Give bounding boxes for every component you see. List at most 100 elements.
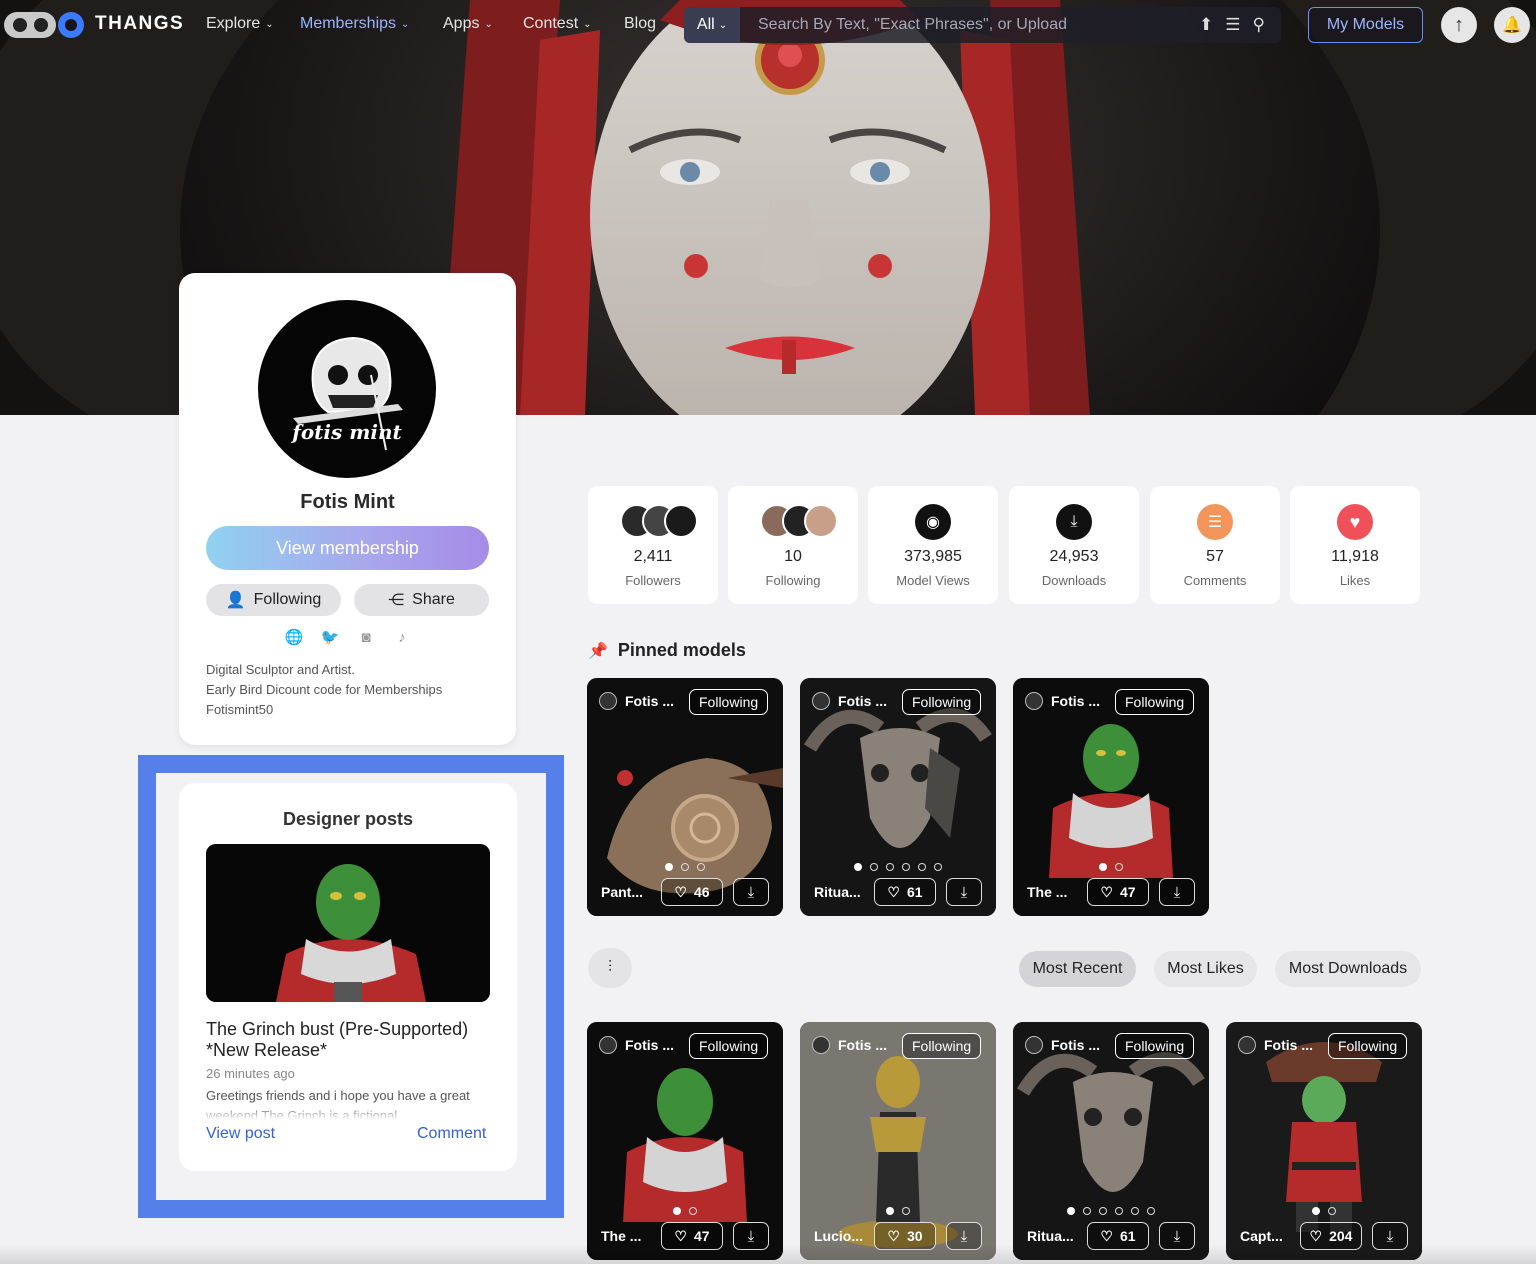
owner-avatar-icon (599, 692, 617, 710)
model-title[interactable]: Ritua... (1027, 1228, 1074, 1244)
search-input[interactable]: Search By Text, "Exact Phrases", or Uplo… (758, 16, 1199, 34)
like-button[interactable]: ♡ 61 (874, 878, 936, 906)
model-card[interactable]: Fotis ... Following The ... ♡ 47 ⤓ (587, 1022, 783, 1260)
nav-blog[interactable]: Blog (624, 15, 656, 33)
model-owner[interactable]: Fotis ... (812, 1036, 887, 1054)
follow-button[interactable]: Following (689, 1033, 769, 1059)
sort-most-likes[interactable]: Most Likes (1154, 951, 1257, 987)
pin-icon: 📌 (588, 642, 608, 660)
model-owner[interactable]: Fotis ... (1238, 1036, 1313, 1054)
carousel-dots[interactable] (1013, 863, 1209, 871)
post-image[interactable] (206, 844, 490, 1002)
nav-contest[interactable]: Contest ⌄ (523, 15, 592, 33)
globe-icon[interactable]: 🌐 (284, 627, 304, 647)
brand-name[interactable]: THANGS (95, 13, 184, 35)
model-card[interactable]: Fotis ... Following Pant... ♡ 46 ⤓ (587, 678, 783, 916)
model-title[interactable]: Ritua... (814, 884, 861, 900)
chevron-down-icon: ⌄ (265, 18, 274, 30)
instagram-icon[interactable]: ◙ (356, 627, 376, 647)
view-post-link[interactable]: View post (206, 1125, 275, 1143)
carousel-dots[interactable] (1226, 1207, 1422, 1215)
my-models-button[interactable]: My Models (1308, 7, 1423, 43)
follow-button[interactable]: Following (1328, 1033, 1408, 1059)
model-title[interactable]: The ... (1027, 884, 1067, 900)
model-card[interactable]: Fotis ... Following The ... ♡ 47 ⤓ (1013, 678, 1209, 916)
twitter-icon[interactable]: 🐦 (320, 627, 340, 647)
model-card[interactable]: Fotis ... Following Lucio... ♡ 30 ⤓ (800, 1022, 996, 1260)
nav-memberships[interactable]: Memberships ⌄ (300, 15, 409, 33)
model-owner[interactable]: Fotis ... (599, 1036, 674, 1054)
pinned-models-heading: 📌 Pinned models (588, 640, 746, 660)
eye-icon: ◉ (915, 504, 951, 540)
owner-avatar-icon (1025, 692, 1043, 710)
carousel-dots[interactable] (800, 863, 996, 871)
bell-icon: 🔔 (1502, 17, 1522, 34)
like-button[interactable]: ♡ 46 (661, 878, 723, 906)
follow-button[interactable]: Following (1115, 689, 1195, 715)
nav-apps[interactable]: Apps ⌄ (443, 15, 493, 33)
carousel-dots[interactable] (1013, 1207, 1209, 1215)
scroll-fade (0, 1244, 1536, 1264)
carousel-dots[interactable] (587, 1207, 783, 1215)
model-title[interactable]: Capt... (1240, 1228, 1283, 1244)
stat-comments: ☰ 57 Comments (1150, 486, 1280, 604)
stat-model-views: ◉ 373,985 Model Views (868, 486, 998, 604)
arrow-up-icon: ↑ (1454, 13, 1464, 36)
model-card[interactable]: Fotis ... Following Capt... ♡ 204 ⤓ (1226, 1022, 1422, 1260)
model-card[interactable]: Fotis ... Following Ritua... ♡ 61 ⤓ (1013, 1022, 1209, 1260)
share-button[interactable]: ⋲ Share (354, 584, 489, 616)
comment-link[interactable]: Comment (417, 1125, 486, 1143)
model-owner[interactable]: Fotis ... (1025, 692, 1100, 710)
chevron-down-icon: ⌄ (583, 18, 592, 30)
notifications-button[interactable]: 🔔 (1494, 7, 1530, 43)
post-title[interactable]: The Grinch bust (Pre-Supported) *New Rel… (206, 1019, 496, 1061)
model-title[interactable]: Lucio... (814, 1228, 863, 1244)
stat-downloads: ⤓ 24,953 Downloads (1009, 486, 1139, 604)
upload-button[interactable]: ↑ (1441, 7, 1477, 43)
follower-avatars (620, 504, 698, 538)
model-card[interactable]: Fotis ... Following Ritua... ♡ 61 ⤓ (800, 678, 996, 916)
download-icon: ⤓ (1386, 1227, 1394, 1245)
carousel-dots[interactable] (800, 1207, 996, 1215)
sliders-icon: ⫶ (607, 959, 612, 976)
stat-followers[interactable]: 2,411 Followers (588, 486, 718, 604)
upload-icon[interactable]: ⬆ (1199, 15, 1213, 35)
search-bar[interactable]: All ⌄ Search By Text, "Exact Phrases", or… (684, 7, 1281, 43)
model-owner[interactable]: Fotis ... (1025, 1036, 1100, 1054)
filter-sliders-icon[interactable]: ☰ (1225, 15, 1240, 35)
designer-name: Fotis Mint (300, 491, 395, 513)
share-icon: ⋲ (388, 592, 405, 609)
model-title[interactable]: Pant... (601, 884, 643, 900)
heart-icon: ♡ (1309, 1227, 1323, 1244)
designer-logo (293, 336, 403, 451)
follow-button[interactable]: Following (902, 1033, 982, 1059)
like-button[interactable]: ♡ 47 (1087, 878, 1149, 906)
model-title[interactable]: The ... (601, 1228, 641, 1244)
download-button[interactable]: ⤓ (733, 878, 769, 906)
thangs-logo-icon[interactable] (4, 12, 84, 38)
search-scope-select[interactable]: All ⌄ (684, 7, 740, 43)
nav-explore[interactable]: Explore ⌄ (206, 15, 274, 33)
avatar: fotis mint (258, 300, 436, 478)
download-button[interactable]: ⤓ (946, 878, 982, 906)
follow-button[interactable]: Following (902, 689, 982, 715)
view-membership-button[interactable]: View membership (206, 526, 489, 570)
carousel-dots[interactable] (587, 863, 783, 871)
follow-button[interactable]: Following (689, 689, 769, 715)
filter-button[interactable]: ⫶ (588, 948, 632, 988)
tiktok-icon[interactable]: ♪ (392, 627, 412, 647)
download-button[interactable]: ⤓ (1159, 878, 1195, 906)
model-owner[interactable]: Fotis ... (812, 692, 887, 710)
follow-button[interactable]: Following (1115, 1033, 1195, 1059)
heart-icon: ♡ (1100, 1227, 1113, 1244)
download-icon: ⤓ (960, 883, 968, 901)
search-icon[interactable]: ⚲ (1253, 15, 1265, 35)
sort-most-downloads[interactable]: Most Downloads (1275, 951, 1421, 987)
heart-icon: ♡ (674, 883, 687, 900)
owner-avatar-icon (1025, 1036, 1043, 1054)
sort-most-recent[interactable]: Most Recent (1019, 951, 1136, 987)
designer-posts-card: Designer posts The Grinch bust (Pre-Supp… (179, 783, 517, 1171)
following-button[interactable]: 👤 Following (206, 584, 341, 616)
stat-following[interactable]: 10 Following (728, 486, 858, 604)
model-owner[interactable]: Fotis ... (599, 692, 674, 710)
